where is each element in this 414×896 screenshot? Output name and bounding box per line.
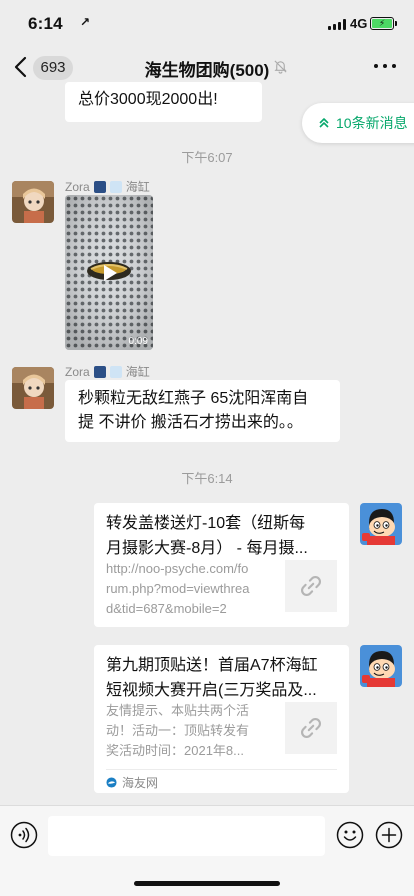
link-thumbnail (285, 702, 337, 754)
bell-off-icon (274, 60, 287, 74)
location-arrow-icon: ↗ (80, 15, 91, 29)
message-text-line: 提 不讲价 搬活石才捞出来的。。 (78, 414, 303, 431)
voice-icon[interactable] (10, 821, 38, 849)
new-messages-label: 10条新消息 (336, 115, 408, 131)
signal-icon (328, 19, 346, 30)
link-desc-line: 友情提示、本贴共两个活 (106, 703, 250, 718)
my-avatar[interactable] (360, 503, 402, 545)
link-desc-line: http://noo-psyche.com/fo (106, 561, 249, 576)
link-title-line: 第九期顶贴送！首届A7杯海缸 (106, 657, 318, 674)
link-description: 友情提示、本贴共两个活 动！活动一：顶贴转发有 奖活动时间：2021年8... (106, 701, 276, 763)
time-separator: 下午6:14 (181, 471, 233, 486)
new-messages-button[interactable]: 10条新消息 (302, 103, 414, 143)
avatar-image (360, 503, 402, 545)
snow-cloud-emoji-icon (109, 180, 122, 193)
avatar[interactable] (12, 181, 54, 223)
video-message[interactable]: 0:09 (65, 195, 153, 350)
link-title: 第九期顶贴送！首届A7杯海缸 短视频大赛开启(三万奖品及... (106, 653, 338, 705)
more-dots-icon[interactable] (374, 64, 398, 70)
link-desc-line: rum.php?mod=viewthrea (106, 581, 250, 596)
network-type: 4G (350, 16, 368, 31)
video-duration: 0:09 (128, 336, 148, 347)
sender-name-row: Zora 海缸 (65, 363, 150, 380)
link-card[interactable]: 转发盖楼送灯-10套（纽斯每 月摄影大赛-8月） - 每月摄... http:/… (94, 503, 349, 627)
link-desc-line: d&tid=687&mobile=2 (106, 601, 227, 616)
plus-icon[interactable] (375, 821, 403, 849)
card-divider (106, 769, 337, 770)
message-text: 秒颗粒无敌红燕子 65沈阳浑南自 提 不讲价 搬活石才捞出来的。。 (78, 387, 308, 435)
avatar-image (12, 367, 54, 409)
battery-icon: ⚡ (370, 17, 394, 30)
battery-charging-icon: ⚡ (372, 19, 392, 28)
link-title-line: 转发盖楼送灯-10套（纽斯每 (106, 515, 306, 532)
sender-name: Zora (65, 364, 90, 379)
sender-tag: 海缸 (125, 365, 150, 379)
snow-cloud-emoji-icon (109, 365, 122, 378)
status-time: 6:14 (28, 14, 63, 33)
link-source: 海友网 (106, 774, 158, 791)
avatar-image (12, 181, 54, 223)
link-title: 转发盖楼送灯-10套（纽斯每 月摄影大赛-8月） - 每月摄... (106, 511, 338, 563)
night-city-emoji-icon (93, 365, 106, 378)
home-indicator[interactable] (134, 881, 280, 886)
chat-title: 海生物团购(500) (144, 61, 270, 80)
status-bar: 6:14 ↗ 4G ⚡ (0, 0, 414, 46)
message-bubble: 秒颗粒无敌红燕子 65沈阳浑南自 提 不讲价 搬活石才捞出来的。。 (65, 380, 340, 442)
my-avatar[interactable] (360, 645, 402, 687)
link-card[interactable]: 第九期顶贴送！首届A7杯海缸 短视频大赛开启(三万奖品及... 友情提示、本贴共… (94, 645, 349, 793)
link-icon (301, 576, 321, 596)
link-icon (301, 718, 321, 738)
link-desc-line: 动！活动一：顶贴转发有 (106, 723, 250, 738)
message-text-line: 秒颗粒无敌红燕子 65沈阳浑南自 (78, 390, 309, 407)
link-source-name: 海友网 (122, 776, 159, 790)
battery-cap (395, 21, 397, 26)
play-icon[interactable] (99, 263, 119, 283)
emoji-icon[interactable] (336, 821, 364, 849)
sender-name-row: Zora 海缸 (65, 178, 150, 195)
time-separator: 下午6:07 (181, 150, 233, 165)
site-logo-icon (106, 777, 117, 788)
message-input[interactable] (48, 816, 325, 856)
link-thumbnail (285, 560, 337, 612)
message-text: 总价3000现2000出! (78, 91, 218, 108)
night-city-emoji-icon (93, 180, 106, 193)
link-desc-line: 奖活动时间：2021年8... (106, 743, 244, 758)
avatar[interactable] (12, 367, 54, 409)
message-bubble: 总价3000现2000出! (65, 82, 262, 122)
link-title-line: 月摄影大赛-8月） - 每月摄... (106, 540, 308, 557)
avatar-image (360, 645, 402, 687)
sender-tag: 海缸 (125, 180, 150, 194)
link-description: http://noo-psyche.com/fo rum.php?mod=vie… (106, 559, 276, 621)
double-chevron-up-icon (319, 118, 329, 128)
link-title-line: 短视频大赛开启(三万奖品及... (106, 682, 317, 699)
sender-name: Zora (65, 179, 90, 194)
